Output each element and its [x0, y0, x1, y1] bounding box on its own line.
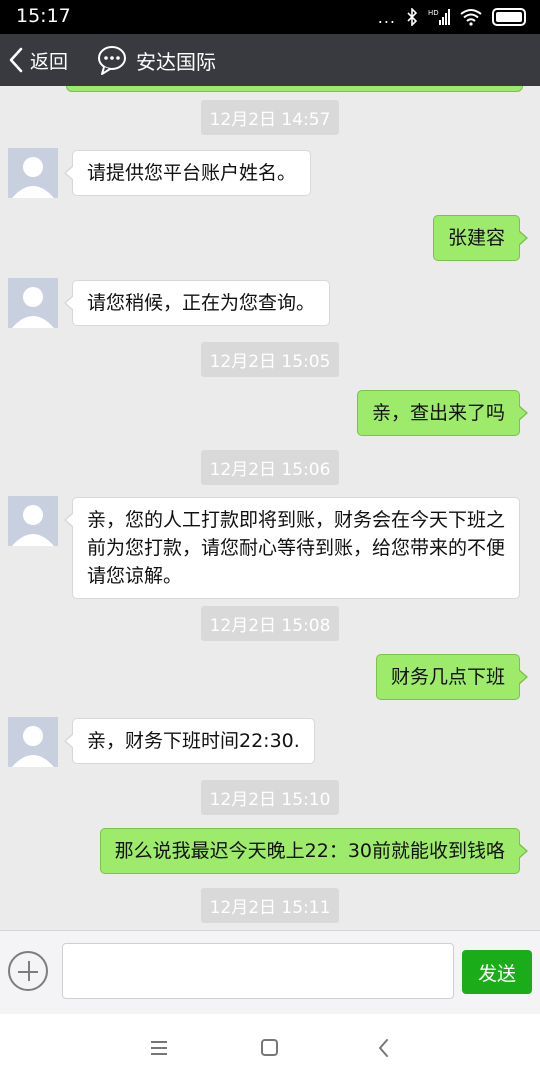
chat-bubble-icon — [98, 46, 126, 75]
message-bubble-incoming[interactable]: 请提供您平台账户姓名。 — [63, 150, 312, 196]
avatar[interactable] — [8, 717, 58, 767]
bluetooth-icon — [407, 8, 418, 26]
timestamp: 12月2日 15:08 — [0, 606, 540, 641]
system-nav-bar — [0, 1014, 540, 1080]
message-bubble-outgoing[interactable]: 财务几点下班 — [375, 654, 529, 700]
message-bubble-incoming[interactable]: 请您稍候，正在为您查询。 — [63, 280, 331, 326]
plus-circle-icon[interactable] — [8, 951, 48, 991]
avatar[interactable] — [8, 148, 58, 198]
message-bubble-incoming[interactable]: 亲，您的人工打款即将到账，财务会在今天下班之前为您打款，请您耐心等待到账，给您带… — [64, 497, 520, 599]
svg-text:HD: HD — [428, 9, 439, 17]
chat-header: 返回 安达国际 — [0, 34, 540, 86]
default-avatar-icon — [8, 278, 58, 328]
status-time: 15:17 — [16, 5, 71, 27]
default-avatar-icon — [8, 148, 58, 198]
back-label: 返回 — [30, 50, 69, 73]
status-bar: 15:17 ... HD — [0, 0, 540, 34]
message-bubble-outgoing[interactable]: 张建容 — [432, 215, 529, 261]
home-icon[interactable] — [255, 1034, 285, 1062]
chat-title: 安达国际 — [136, 50, 216, 74]
input-bar: 发送 — [0, 930, 540, 1015]
avatar[interactable] — [8, 496, 58, 546]
message-bubble-incoming[interactable]: 亲，财务下班时间22:30. — [64, 718, 315, 764]
back-button[interactable]: 返回 — [8, 34, 68, 86]
battery-icon — [492, 8, 526, 26]
timestamp: 12月2日 15:06 — [0, 450, 540, 485]
avatar[interactable] — [8, 278, 58, 328]
message-bubble-outgoing[interactable]: 亲，查出来了吗 — [356, 390, 529, 436]
timestamp: 12月2日 14:57 — [0, 100, 540, 135]
timestamp: 12月2日 15:10 — [0, 780, 540, 815]
message-bubble-outgoing[interactable]: 那么说我最迟今天晚上22：30前就能收到钱咯 — [99, 828, 529, 874]
message-list[interactable]: 12月2日 14:57 请提供您平台账户姓名。 张建容 请您稍候，正在为您查询。… — [0, 86, 540, 930]
default-avatar-icon — [8, 717, 58, 767]
status-icons: ... HD — [378, 6, 526, 28]
wifi-icon — [460, 9, 482, 26]
chevron-left-icon — [9, 47, 23, 73]
default-avatar-icon — [8, 496, 58, 546]
menu-icon[interactable] — [144, 1034, 174, 1062]
signal-hd-icon: HD — [428, 9, 450, 25]
timestamp: 12月2日 15:05 — [0, 342, 540, 377]
send-button[interactable]: 发送 — [462, 950, 532, 994]
more-dots: ... — [377, 7, 396, 27]
message-input[interactable] — [62, 943, 454, 999]
timestamp: 12月2日 15:11 — [0, 888, 540, 923]
back-nav-icon[interactable] — [370, 1034, 400, 1062]
partial-message-bubble — [66, 86, 523, 92]
